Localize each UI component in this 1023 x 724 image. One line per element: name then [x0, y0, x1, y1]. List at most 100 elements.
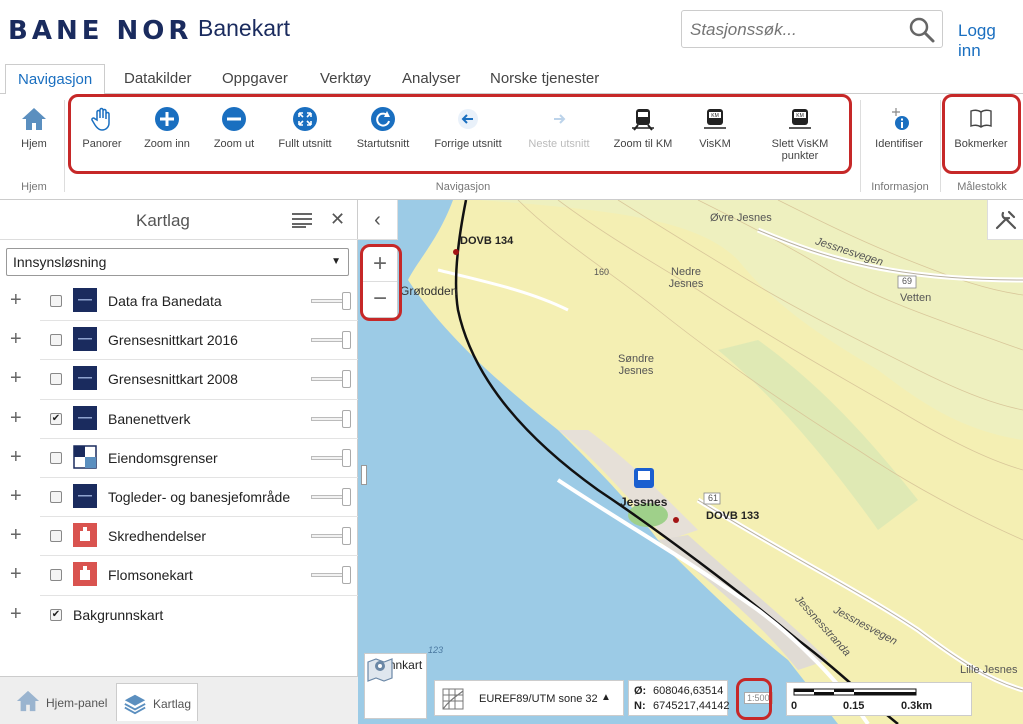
tab-navigasjon[interactable]: Navigasjon	[5, 64, 106, 95]
tools-icon	[995, 210, 1017, 230]
expand-plus-icon[interactable]: +	[10, 603, 22, 626]
highlight-navigation-tools	[68, 94, 852, 174]
scale-bar-graphic	[793, 688, 917, 696]
map-label-road-69: 69	[902, 276, 913, 286]
expand-plus-icon[interactable]: +	[10, 485, 22, 508]
tab-analyser[interactable]: Analyser	[402, 64, 460, 94]
layer-checkbox[interactable]	[50, 451, 62, 464]
layer-name: Togleder- og banesjefområde	[108, 489, 291, 505]
coordinate-readout: Ø: 608046,63514 N: 6745217,44142	[628, 680, 730, 716]
main-tabs: Navigasjon Datakilder Oppgaver Verktøy A…	[0, 60, 1023, 95]
tab-norske-tjenester[interactable]: Norske tjenester	[490, 64, 599, 94]
layer-checkbox[interactable]: ✔	[50, 412, 62, 425]
tab-datakilder[interactable]: Datakilder	[124, 64, 192, 94]
ribbon-separator	[64, 100, 65, 192]
scale-tick-end: 0.3km	[901, 700, 933, 712]
layer-row[interactable]: + Flomsonekart	[0, 556, 358, 595]
hazard-icon	[73, 523, 97, 548]
layer-checkbox[interactable]: ✔	[50, 608, 62, 621]
home-button[interactable]: Hjem	[14, 106, 54, 150]
opacity-slider-thumb[interactable]	[342, 292, 351, 310]
banenor-icon	[73, 484, 97, 508]
layer-row[interactable]: + Togleder- og banesjefområde	[0, 478, 358, 517]
panel-resize-handle[interactable]	[361, 465, 367, 485]
scale-group-label: Målestokk	[957, 181, 1007, 193]
opacity-slider-thumb[interactable]	[342, 370, 351, 389]
basemap-button[interactable]: Grunnkart	[364, 653, 427, 719]
map-tools-button[interactable]	[987, 200, 1023, 240]
ribbon-separator	[940, 100, 941, 192]
layer-name: Skredhendelser	[108, 528, 207, 545]
expand-plus-icon[interactable]: +	[10, 407, 22, 430]
projection-selector[interactable]: EUREF89/UTM sone 32 ▲	[434, 680, 624, 716]
map-label-jessnes: Jessnes	[620, 495, 668, 509]
expand-plus-icon[interactable]: +	[10, 446, 22, 469]
expand-plus-icon[interactable]: +	[10, 328, 22, 351]
layer-set-select[interactable]: Innsynsløsning ▼	[6, 248, 349, 276]
opacity-slider-thumb[interactable]	[342, 409, 351, 428]
map-label-vetten: Vetten	[900, 292, 932, 304]
ribbon-separator	[860, 100, 861, 192]
layer-name: Bakgrunnskart	[73, 606, 164, 623]
scale-tick-0: 0	[791, 700, 798, 712]
tab-kartlag[interactable]: Kartlag	[116, 683, 198, 721]
expand-plus-icon[interactable]: +	[10, 563, 22, 586]
map-label-nedre-jesnes: Nedre Jesnes	[668, 266, 704, 290]
close-icon[interactable]: ✕	[330, 209, 345, 230]
layer-row[interactable]: + ✔ Banenettverk	[0, 400, 358, 439]
station-search[interactable]	[681, 10, 943, 48]
banenor-icon	[73, 405, 97, 430]
tab-oppgaver[interactable]: Oppgaver	[222, 64, 288, 94]
opacity-slider-thumb[interactable]	[342, 331, 351, 350]
coord-north-value: 6745217,44142	[653, 700, 730, 712]
layer-checkbox[interactable]	[50, 295, 62, 307]
layers-icon	[124, 694, 146, 715]
layer-checkbox[interactable]	[50, 373, 62, 386]
bane-nor-logo[interactable]: BANE NOR	[8, 16, 192, 46]
panel-title: Kartlag	[136, 211, 190, 230]
expand-plus-icon[interactable]: +	[10, 289, 22, 312]
layer-row[interactable]: + Grensesnittkart 2016	[0, 321, 358, 360]
map-view[interactable]: DOVB 134 DOVB 133 Grøtodden Øvre Jesnes …	[358, 200, 1023, 724]
opacity-slider-thumb[interactable]	[342, 566, 351, 585]
station-search-input[interactable]	[690, 17, 900, 43]
expand-plus-icon[interactable]: +	[10, 367, 22, 390]
layer-row[interactable]: + Grensesnittkart 2008	[0, 360, 358, 399]
tab-verktoy[interactable]: Verktøy	[320, 64, 371, 94]
layer-row[interactable]: + Skredhendelser	[0, 517, 358, 556]
layer-row[interactable]: + Data fra Banedata	[0, 282, 358, 321]
map-label-road-61: 61	[708, 493, 719, 503]
tab-home-panel[interactable]: Hjem-panel	[6, 683, 112, 721]
layer-checkbox[interactable]	[50, 530, 62, 543]
opacity-slider-thumb[interactable]	[342, 448, 351, 467]
home-panel-label: Hjem-panel	[46, 696, 108, 710]
list-menu-icon[interactable]	[292, 212, 312, 228]
layer-row[interactable]: + Eiendomsgrenser	[0, 439, 358, 478]
opacity-slider-thumb[interactable]	[342, 488, 351, 506]
expand-plus-icon[interactable]: +	[10, 524, 22, 547]
layer-checkbox[interactable]	[50, 334, 62, 347]
coord-north-label: N:	[634, 700, 646, 712]
opacity-slider-thumb[interactable]	[342, 527, 351, 546]
map-label-dovb134: DOVB 134	[460, 235, 514, 247]
search-icon[interactable]	[908, 16, 936, 44]
info-group-label: Informasjon	[871, 181, 929, 193]
layer-set-value: Innsynsløsning	[13, 254, 107, 270]
map-label-height-160: 160	[594, 267, 610, 277]
coord-east-value: 608046,63514	[653, 685, 724, 697]
caret-up-icon: ▲	[601, 692, 611, 703]
projection-grid-icon	[442, 688, 464, 710]
layer-row[interactable]: + ✔ Bakgrunnskart	[0, 596, 358, 635]
highlight-scale-button	[736, 678, 772, 720]
home-icon	[22, 108, 46, 130]
login-link[interactable]: Logg inn	[958, 21, 1023, 61]
coord-east-label: Ø:	[634, 685, 647, 697]
collapse-panel-button[interactable]: ‹	[358, 200, 398, 240]
highlight-bookmarks	[942, 94, 1021, 174]
layer-name: Grensesnittkart 2016	[108, 332, 238, 349]
identify-button[interactable]: Identifiser	[868, 106, 930, 150]
panel-header: Kartlag ✕	[0, 200, 358, 240]
grid-icon	[73, 445, 97, 469]
layer-checkbox[interactable]	[50, 491, 62, 503]
layer-checkbox[interactable]	[50, 569, 62, 582]
